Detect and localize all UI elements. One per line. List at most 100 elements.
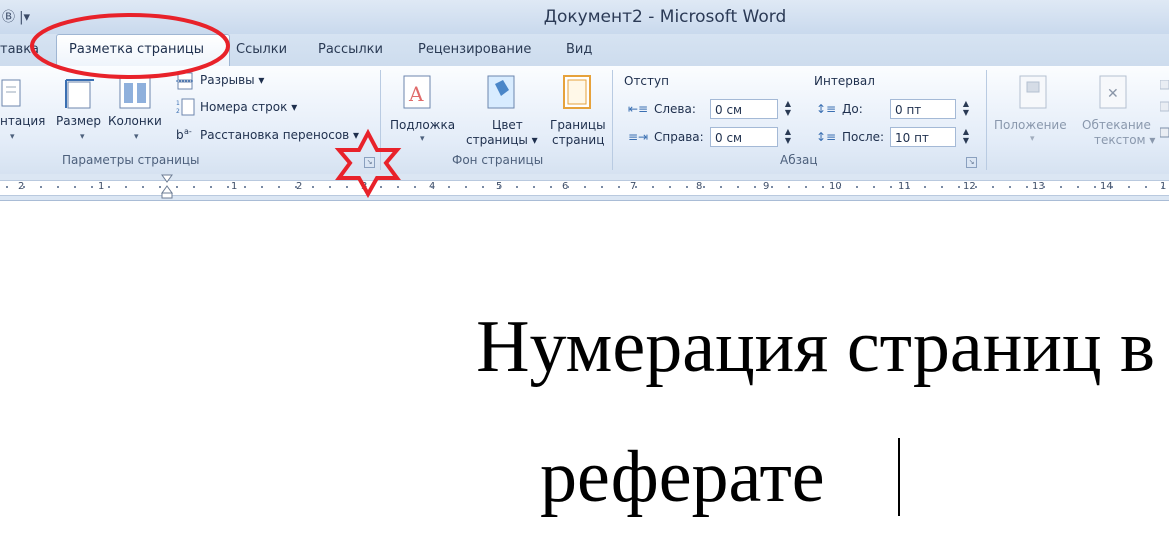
position-icon xyxy=(1019,75,1047,109)
ruler-tick xyxy=(839,186,841,188)
tab-references[interactable]: Ссылки xyxy=(236,42,287,57)
spacing-after-spinner[interactable]: ▲ ▼ xyxy=(960,127,972,147)
ruler-tick xyxy=(1026,186,1028,188)
group-label-paragraph: Абзац xyxy=(780,153,818,167)
page-size-icon xyxy=(65,79,94,109)
heading-line-2: реферате xyxy=(540,436,825,518)
ruler-tick xyxy=(890,186,892,188)
ruler-number: 8 xyxy=(696,181,703,192)
annotation-ellipse xyxy=(30,13,230,79)
indent-right-label: Справа: xyxy=(654,130,704,144)
ruler-tick xyxy=(108,186,110,188)
ruler-tick xyxy=(771,186,773,188)
ruler-tick xyxy=(329,186,331,188)
ruler-tick xyxy=(856,186,858,188)
ruler-tick xyxy=(1060,186,1062,188)
chevron-down-icon: ▾ xyxy=(134,132,139,142)
page-borders-icon xyxy=(563,75,591,109)
ruler-tick xyxy=(465,186,467,188)
indent-left-field[interactable]: 0 см xyxy=(710,99,778,119)
ruler-tick xyxy=(278,186,280,188)
ruler-tick xyxy=(635,186,637,188)
ruler-tick xyxy=(618,186,620,188)
ruler-tick xyxy=(125,186,127,188)
ruler-number: 9 xyxy=(763,181,770,192)
ruler-tick xyxy=(601,186,603,188)
spacing-after-label: После: xyxy=(842,130,885,144)
ruler[interactable]: 2112345678910111213141 xyxy=(0,174,1169,201)
ruler-tick xyxy=(193,186,195,188)
watermark-icon: A xyxy=(403,75,431,109)
indent-marker-icon[interactable] xyxy=(160,174,174,200)
ruler-tick xyxy=(567,186,569,188)
spacing-before-field[interactable]: 0 пт xyxy=(890,99,956,119)
indent-right-spinner[interactable]: ▲ ▼ xyxy=(782,127,794,147)
ruler-tick xyxy=(873,186,875,188)
indent-left-icon: ⇤≡ xyxy=(628,102,649,116)
ruler-tick xyxy=(244,186,246,188)
ruler-tick xyxy=(448,186,450,188)
ruler-tick xyxy=(499,186,501,188)
ruler-tick xyxy=(907,186,909,188)
columns-label: Колонки xyxy=(108,114,162,128)
svg-text:A: A xyxy=(408,82,424,106)
spacing-before-spinner[interactable]: ▲ ▼ xyxy=(960,99,972,119)
ruler-tick xyxy=(1162,186,1164,188)
ruler-tick xyxy=(754,186,756,188)
ruler-tick xyxy=(941,186,943,188)
wrap-text-label-1: Обтекание xyxy=(1082,118,1151,132)
ruler-tick xyxy=(6,186,8,188)
wrap-text-icon: ✕ xyxy=(1099,75,1127,109)
tab-review[interactable]: Рецензирование xyxy=(418,42,531,57)
spacing-after-field[interactable]: 10 пт xyxy=(890,127,956,147)
page-color-label-2: страницы ▾ xyxy=(466,133,538,147)
ruler-tick xyxy=(516,186,518,188)
tab-mailings[interactable]: Рассылки xyxy=(318,42,383,57)
ruler-tick xyxy=(720,186,722,188)
chevron-down-icon: ▾ xyxy=(10,132,15,142)
orientation-icon xyxy=(1,79,21,107)
ruler-tick xyxy=(176,186,178,188)
ruler-tick xyxy=(142,186,144,188)
ruler-tick xyxy=(669,186,671,188)
indent-title: Отступ xyxy=(624,74,669,88)
ruler-tick xyxy=(1094,186,1096,188)
ruler-tick xyxy=(1145,186,1147,188)
ruler-tick xyxy=(210,186,212,188)
line-numbers-label: Номера строк ▾ xyxy=(200,100,298,114)
ruler-tick xyxy=(805,186,807,188)
page-color-icon xyxy=(487,75,515,109)
tab-view[interactable]: Вид xyxy=(566,42,592,57)
group-label-page-background: Фон страницы xyxy=(452,153,544,167)
indent-right-field[interactable]: 0 см xyxy=(710,127,778,147)
ruler-tick xyxy=(737,186,739,188)
svg-text:✕: ✕ xyxy=(1107,86,1119,102)
position-label: Положение xyxy=(994,118,1067,132)
line-numbers-icon: 12 xyxy=(176,98,195,116)
ruler-tick xyxy=(74,186,76,188)
ruler-tick xyxy=(91,186,93,188)
spacing-title: Интервал xyxy=(814,74,875,88)
spacing-after-icon: ↕≡ xyxy=(816,130,837,144)
group-separator xyxy=(612,70,613,170)
svg-text:2: 2 xyxy=(176,108,180,115)
chevron-down-icon: ▾ xyxy=(1030,134,1035,144)
indent-left-spinner[interactable]: ▲ ▼ xyxy=(782,99,794,119)
ruler-tick xyxy=(295,186,297,188)
ruler-tick xyxy=(992,186,994,188)
arrange-small-icons xyxy=(1160,80,1169,138)
ruler-tick xyxy=(822,186,824,188)
ruler-tick xyxy=(482,186,484,188)
ruler-tick xyxy=(1009,186,1011,188)
group-label-page-setup: Параметры страницы xyxy=(62,153,200,167)
ruler-tick xyxy=(550,186,552,188)
ruler-number: 1 xyxy=(98,181,105,192)
ruler-tick xyxy=(584,186,586,188)
ruler-tick xyxy=(703,186,705,188)
page-borders-label-2: страниц xyxy=(552,133,605,147)
page-color-label-1: Цвет xyxy=(492,118,523,132)
ruler-tick xyxy=(533,186,535,188)
paragraph-launcher-icon[interactable]: ↘ xyxy=(966,157,977,168)
ruler-tick xyxy=(40,186,42,188)
indent-left-label: Слева: xyxy=(654,102,696,116)
